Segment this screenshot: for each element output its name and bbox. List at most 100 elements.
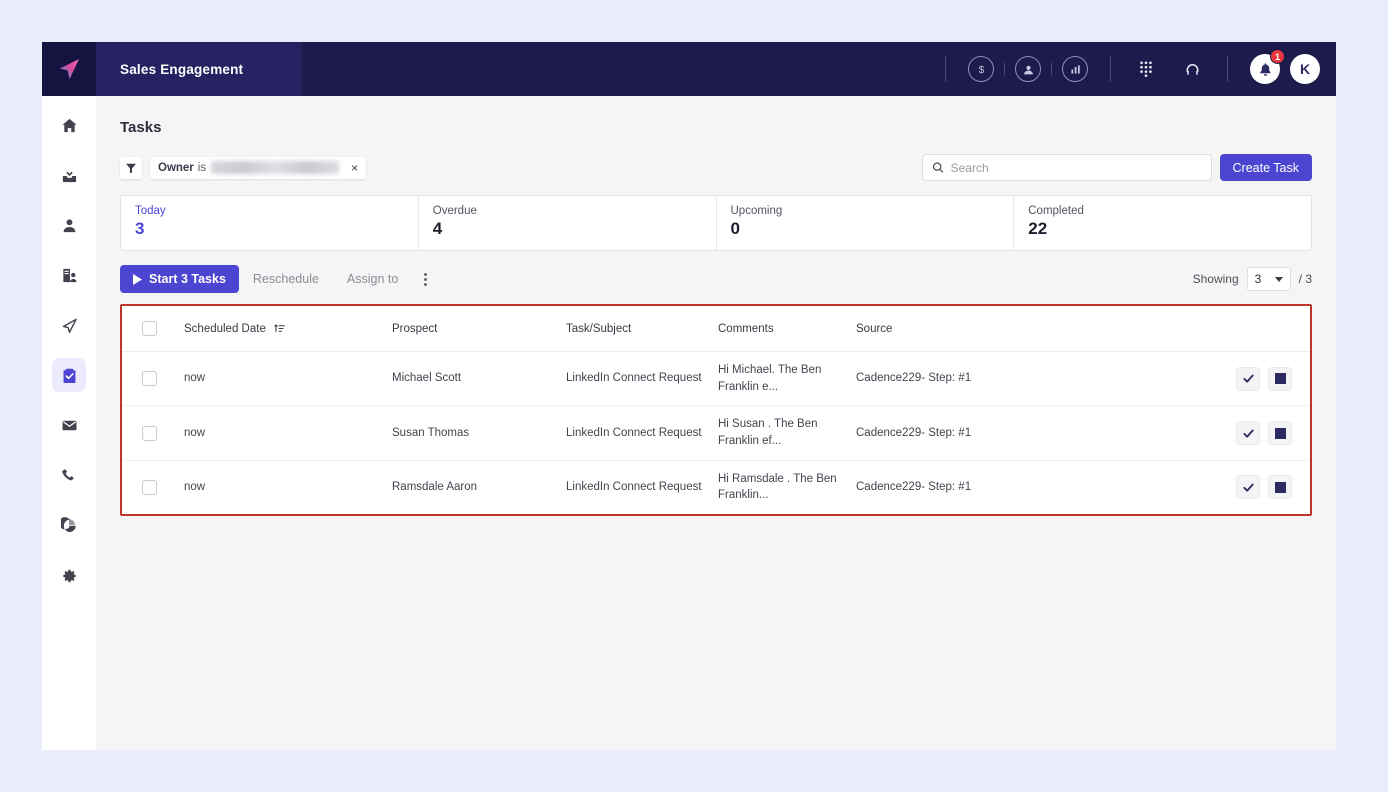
cell-scheduled-date: now xyxy=(184,352,392,406)
topbar-actions: $ xyxy=(933,42,1336,96)
avatar[interactable]: K xyxy=(1290,54,1320,84)
filter-chip-value-redacted xyxy=(211,161,339,174)
cell-task-subject: LinkedIn Connect Request xyxy=(566,352,718,406)
stop-task-button[interactable] xyxy=(1268,475,1292,499)
filter-chip-operator: is xyxy=(198,162,206,174)
more-actions-icon[interactable] xyxy=(414,268,436,290)
check-icon xyxy=(1242,481,1255,494)
cell-prospect[interactable]: Michael Scott xyxy=(392,352,566,406)
cell-prospect[interactable]: Ramsdale Aaron xyxy=(392,460,566,514)
analytics-circle-icon[interactable] xyxy=(1062,56,1088,82)
complete-task-button[interactable] xyxy=(1236,421,1260,445)
stat-label: Overdue xyxy=(433,205,702,217)
notification-badge: 1 xyxy=(1270,49,1285,64)
stat-label: Completed xyxy=(1028,205,1297,217)
sidebar-item-settings[interactable] xyxy=(52,558,86,592)
start-tasks-button[interactable]: Start 3 Tasks xyxy=(120,265,239,293)
cell-scheduled-date: now xyxy=(184,406,392,460)
row-checkbox[interactable] xyxy=(142,371,157,386)
row-select-cell xyxy=(122,352,184,406)
pagination: Showing 3 / 3 xyxy=(1193,267,1312,291)
table-row[interactable]: now Michael Scott LinkedIn Connect Reque… xyxy=(122,352,1310,406)
stop-task-button[interactable] xyxy=(1268,421,1292,445)
home-icon xyxy=(61,117,78,134)
search-input[interactable] xyxy=(951,161,1202,175)
paper-plane-icon xyxy=(61,317,78,334)
column-prospect[interactable]: Prospect xyxy=(392,306,566,352)
stat-card-overdue[interactable]: Overdue 4 xyxy=(419,196,717,250)
cell-source: Cadence229- Step: #1 xyxy=(856,460,1190,514)
sidebar xyxy=(42,96,96,750)
create-task-button[interactable]: Create Task xyxy=(1220,154,1312,181)
sidebar-item-accounts[interactable] xyxy=(52,258,86,292)
search-box[interactable] xyxy=(922,154,1212,181)
column-source[interactable]: Source xyxy=(856,306,1190,352)
page-size-value: 3 xyxy=(1255,272,1262,286)
filter-icon xyxy=(125,162,137,174)
table-header-row: Scheduled Date Prospect Task/Subject Com… xyxy=(122,306,1310,352)
bell-icon xyxy=(1258,62,1273,77)
row-checkbox[interactable] xyxy=(142,480,157,495)
row-select-cell xyxy=(122,406,184,460)
notifications-button[interactable]: 1 xyxy=(1250,54,1280,84)
stat-card-upcoming[interactable]: Upcoming 0 xyxy=(717,196,1015,250)
toolbar: Owner is × Create Task xyxy=(120,154,1312,181)
select-all-checkbox[interactable] xyxy=(142,321,157,336)
stop-task-button[interactable] xyxy=(1268,367,1292,391)
sidebar-item-people[interactable] xyxy=(52,208,86,242)
stat-card-completed[interactable]: Completed 22 xyxy=(1014,196,1311,250)
cell-comments: Hi Michael. The Ben Franklin e... xyxy=(718,352,856,406)
app-logo[interactable] xyxy=(42,42,96,96)
topbar-spacer xyxy=(302,42,933,96)
cell-task-subject: LinkedIn Connect Request xyxy=(566,460,718,514)
stat-value: 3 xyxy=(135,219,404,239)
row-checkbox[interactable] xyxy=(142,426,157,441)
row-select-cell xyxy=(122,460,184,514)
search-icon xyxy=(932,161,944,174)
column-actions xyxy=(1190,306,1310,352)
dialpad-icon[interactable] xyxy=(1131,54,1161,84)
cell-comments: Hi Ramsdale . The Ben Franklin... xyxy=(718,460,856,514)
filter-chip-remove-icon[interactable]: × xyxy=(351,162,358,174)
person-circle-icon[interactable] xyxy=(1015,56,1041,82)
headset-icon[interactable] xyxy=(1177,54,1207,84)
complete-task-button[interactable] xyxy=(1236,475,1260,499)
complete-task-button[interactable] xyxy=(1236,367,1260,391)
sidebar-item-reports[interactable] xyxy=(52,508,86,542)
cell-source: Cadence229- Step: #1 xyxy=(856,352,1190,406)
sidebar-item-cadences[interactable] xyxy=(52,308,86,342)
play-icon xyxy=(133,274,142,285)
sidebar-item-inbox[interactable] xyxy=(52,158,86,192)
brand-tab[interactable]: Sales Engagement xyxy=(96,42,302,96)
main-content: Tasks Owner is × xyxy=(96,96,1336,750)
filter-chip-owner[interactable]: Owner is × xyxy=(150,157,366,179)
sidebar-item-tasks[interactable] xyxy=(52,358,86,392)
filter-button[interactable] xyxy=(120,157,142,179)
cell-comments: Hi Susan . The Ben Franklin ef... xyxy=(718,406,856,460)
sidebar-item-calls[interactable] xyxy=(52,458,86,492)
cell-scheduled-date: now xyxy=(184,460,392,514)
table-row[interactable]: now Ramsdale Aaron LinkedIn Connect Requ… xyxy=(122,460,1310,514)
sidebar-item-home[interactable] xyxy=(52,108,86,142)
assign-to-button[interactable]: Assign to xyxy=(333,265,412,293)
stat-value: 4 xyxy=(433,219,702,239)
table-row[interactable]: now Susan Thomas LinkedIn Connect Reques… xyxy=(122,406,1310,460)
check-icon xyxy=(1242,427,1255,440)
page-size-select[interactable]: 3 xyxy=(1247,267,1291,291)
divider xyxy=(1004,63,1005,75)
cell-prospect[interactable]: Susan Thomas xyxy=(392,406,566,460)
stop-square-icon xyxy=(1275,428,1286,439)
reschedule-button[interactable]: Reschedule xyxy=(239,265,333,293)
sidebar-item-mail[interactable] xyxy=(52,408,86,442)
column-comments[interactable]: Comments xyxy=(718,306,856,352)
dollar-circle-icon[interactable]: $ xyxy=(968,56,994,82)
column-scheduled-date[interactable]: Scheduled Date xyxy=(184,306,392,352)
table-head: Scheduled Date Prospect Task/Subject Com… xyxy=(122,306,1310,352)
column-task-subject[interactable]: Task/Subject xyxy=(566,306,718,352)
divider xyxy=(945,56,946,82)
envelope-icon xyxy=(61,417,78,434)
start-tasks-label: Start 3 Tasks xyxy=(149,272,226,286)
contact-card-icon xyxy=(61,267,78,284)
check-icon xyxy=(1242,372,1255,385)
stat-card-today[interactable]: Today 3 xyxy=(121,196,419,250)
